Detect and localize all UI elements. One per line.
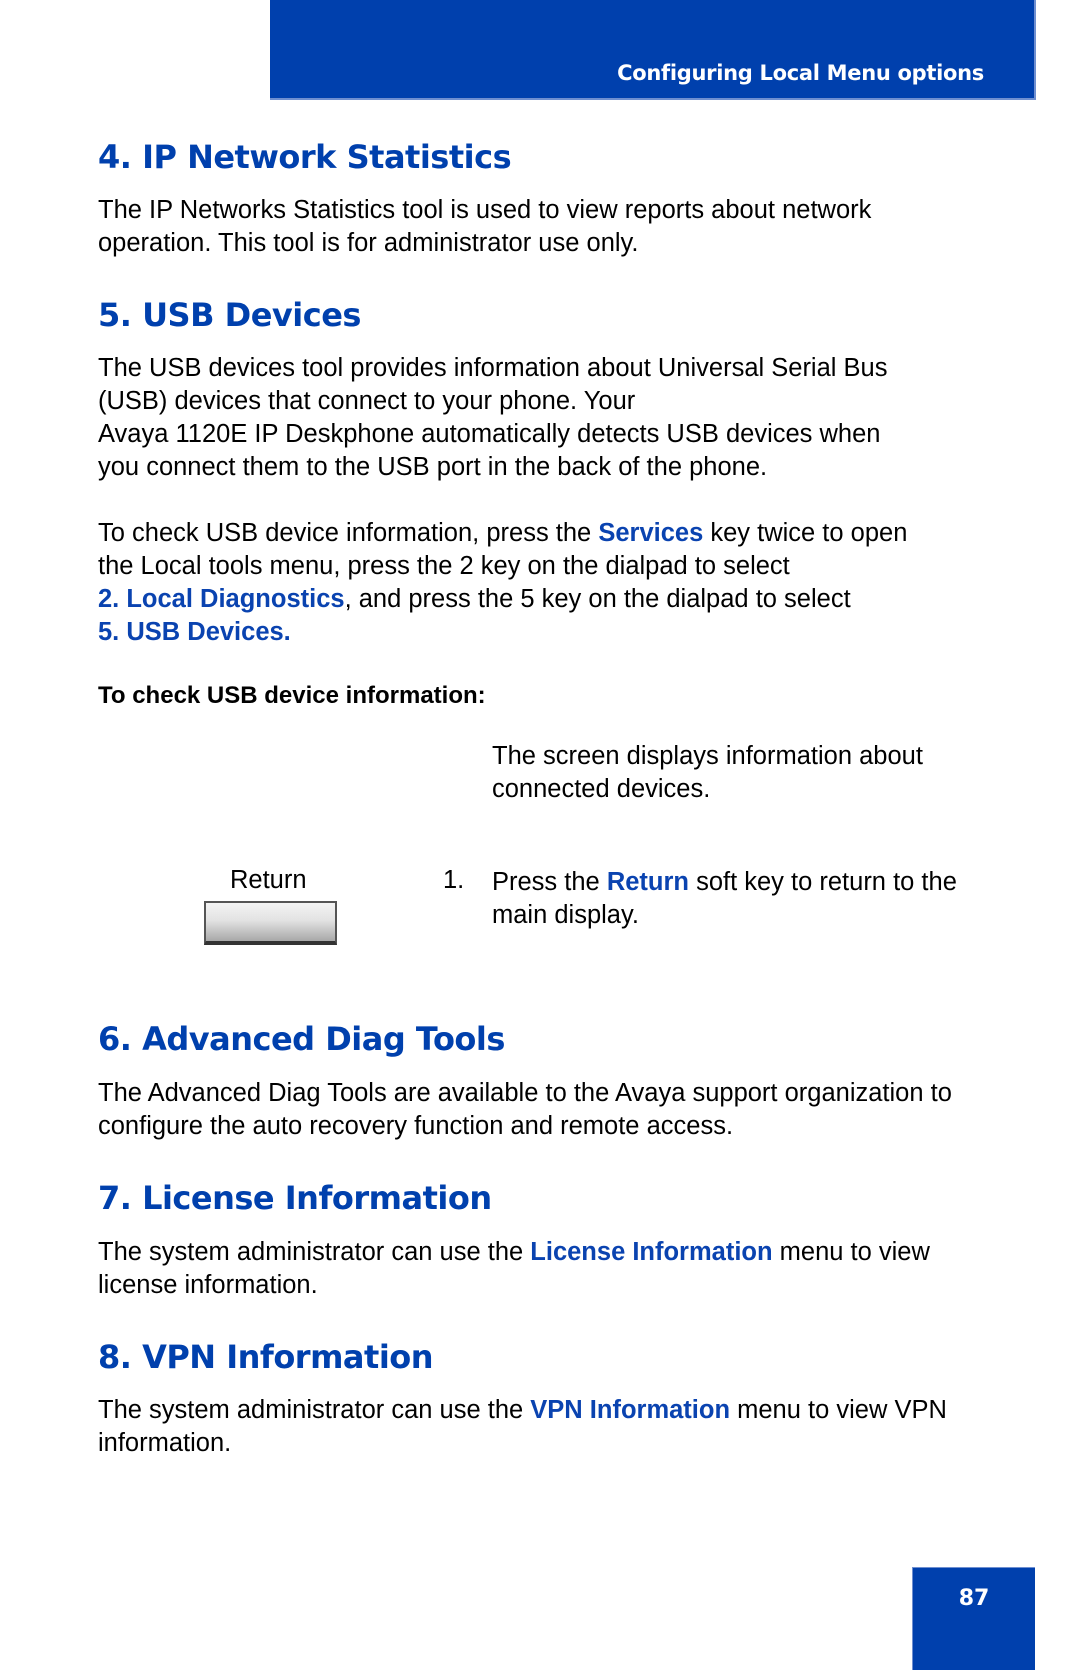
instruction-text: the Local tools menu, press the 2 key on… [98, 552, 790, 580]
body-text: The system administrator can use the [98, 1238, 531, 1266]
return-softkey-label: Return [230, 866, 307, 894]
heading-usb-devices: 5. USB Devices [98, 296, 361, 334]
local-diagnostics-menu: 2. Local Diagnostics [98, 585, 345, 613]
ip-network-statistics-body: The IP Networks Statistics tool is used … [98, 196, 872, 257]
procedure-heading: To check USB device information: [98, 682, 486, 709]
usb-body-line: Avaya 1120E IP Deskphone automatically d… [98, 420, 881, 448]
heading-license-information: 7. License Information [98, 1179, 492, 1217]
usb-devices-body: The USB devices tool provides informatio… [98, 352, 998, 484]
usb-devices-menu: 5. USB Devices. [98, 618, 291, 646]
page-number: 87 [958, 1586, 990, 1611]
vpn-information-menu: VPN Information [530, 1396, 731, 1424]
license-information-menu: License Information [530, 1238, 773, 1266]
usb-body-line: The USB devices tool provides informatio… [98, 354, 888, 382]
vpn-information-body: The system administrator can use the VPN… [98, 1394, 958, 1460]
return-key: Return [606, 868, 689, 896]
heading-ip-network-statistics: 4. IP Network Statistics [98, 138, 512, 176]
header-bar: Configuring Local Menu options [270, 0, 1036, 100]
screen-description: The screen displays information about co… [492, 742, 923, 803]
instruction-text: key twice to open [703, 519, 908, 547]
usb-instructions: To check USB device information, press t… [98, 517, 998, 649]
page-number-tab: 87 [912, 1567, 1035, 1670]
body-text: The system administrator can use the [98, 1396, 531, 1424]
heading-advanced-diag-tools: 6. Advanced Diag Tools [98, 1020, 505, 1058]
usb-body-line: you connect them to the USB port in the … [98, 453, 768, 481]
heading-vpn-information: 8. VPN Information [98, 1338, 434, 1376]
instruction-text: To check USB device information, press t… [98, 519, 599, 547]
advanced-diag-tools-body: The Advanced Diag Tools are available to… [98, 1079, 952, 1140]
license-information-body: The system administrator can use the Lic… [98, 1236, 998, 1302]
step-number: 1. [443, 866, 465, 894]
instruction-text: , and press the 5 key on the dialpad to … [344, 585, 851, 613]
chapter-title: Configuring Local Menu options [617, 61, 984, 85]
step-text: Press the Return soft key to return to t… [492, 866, 992, 932]
usb-body-line: (USB) devices that connect to your phone… [98, 387, 636, 415]
return-softkey-button[interactable] [204, 901, 337, 945]
services-key: Services [598, 519, 704, 547]
step-text-part: Press the [492, 868, 607, 896]
